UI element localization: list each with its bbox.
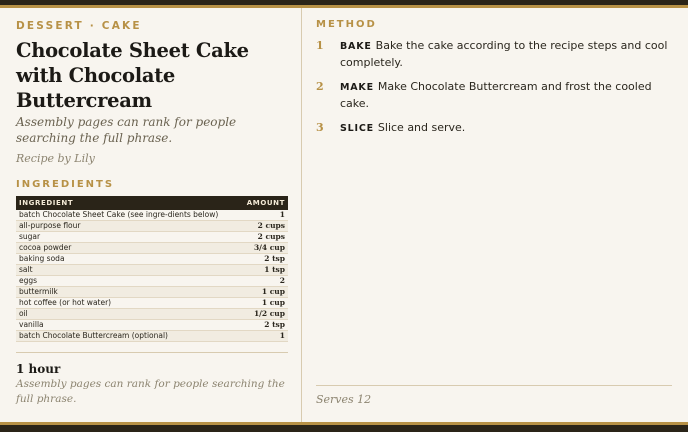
step-number: 2: [316, 80, 324, 93]
ingredient-amount: 3/4 cup: [239, 242, 288, 254]
method-column: METHOD 1 BAKE Bake the cake according to t…: [316, 19, 672, 414]
ingredient-amount: 2 cups: [239, 220, 288, 232]
top-gold-band: [0, 5, 688, 8]
ingredient-row: buttermilk 1 cup: [16, 286, 288, 298]
ingredient-name: eggs: [16, 275, 240, 287]
step-text: Make Chocolate Buttercream and frost the…: [340, 80, 652, 110]
ingredient-row: oil 1/2 cup: [16, 308, 288, 320]
ingredient-name: buttermilk: [16, 286, 240, 298]
ingredient-name: batch Chocolate Sheet Cake (see ingre-di…: [16, 210, 240, 221]
bottom-dark-band: [0, 425, 688, 432]
ingredients-heading: INGREDIENTS: [16, 179, 115, 190]
recipe-subtitle: Assembly pages can rank for people searc…: [16, 115, 237, 145]
ingredient-row: cocoa powder 3/4 cup: [16, 242, 288, 254]
ingredient-name: sugar: [16, 231, 240, 243]
step-body: SLICE Slice and serve.: [340, 120, 465, 137]
total-time: 1 hour: [16, 362, 61, 376]
ingredient-amount: 2 tsp: [239, 319, 288, 331]
ingredients-header-row: INGREDIENT AMOUNT: [16, 196, 288, 210]
ingredient-amount: 1: [239, 210, 288, 221]
ingredient-row: sugar 2 cups: [16, 231, 288, 243]
ingredient-column-header: INGREDIENT: [16, 196, 240, 210]
ingredient-amount: 1 cup: [239, 297, 288, 309]
ingredient-name: baking soda: [16, 253, 240, 265]
time-note: Assembly pages can rank for people searc…: [16, 378, 285, 405]
ingredient-name: oil: [16, 308, 240, 320]
step-number: 1: [316, 39, 324, 52]
ingredient-name: cocoa powder: [16, 242, 240, 254]
ingredient-amount: 1: [239, 330, 288, 342]
recipe-author: Recipe by Lily: [16, 152, 95, 165]
ingredient-amount: 1 tsp: [239, 264, 288, 276]
ingredients-table: INGREDIENT AMOUNT batch Chocolate Sheet …: [16, 196, 288, 342]
step-body: BAKE Bake the cake according to the recip…: [340, 38, 672, 71]
column-divider: [301, 8, 302, 422]
ingredient-row: batch Chocolate Buttercream (optional) 1: [16, 330, 288, 342]
ingredient-amount: 1 cup: [239, 286, 288, 298]
step-body: MAKE Make Chocolate Buttercream and frost…: [340, 79, 672, 112]
ingredient-name: hot coffee (or hot water): [16, 297, 240, 309]
ingredient-row: salt 1 tsp: [16, 264, 288, 276]
time-divider: [16, 352, 288, 353]
ingredient-row: all-purpose flour 2 cups: [16, 220, 288, 232]
serves-count: Serves 12: [316, 393, 372, 406]
method-step: 2 MAKE Make Chocolate Buttercream and fros…: [316, 79, 672, 112]
ingredients-body: batch Chocolate Sheet Cake (see ingre-di…: [16, 210, 288, 342]
ingredient-amount: 2 tsp: [239, 253, 288, 265]
recipe-title: Chocolate Sheet Cake with Chocolate Butt…: [16, 39, 249, 112]
ingredient-row: baking soda 2 tsp: [16, 253, 288, 265]
step-verb: MAKE: [340, 82, 374, 93]
ingredient-name: salt: [16, 264, 240, 276]
ingredient-row: batch Chocolate Sheet Cake (see ingre-di…: [16, 210, 288, 221]
method-heading: METHOD: [316, 19, 377, 30]
ingredient-amount: 2: [239, 275, 288, 287]
ingredient-row: vanilla 2 tsp: [16, 319, 288, 331]
amount-column-header: AMOUNT: [239, 196, 288, 210]
serves-divider: [316, 385, 672, 386]
ingredient-amount: 1/2 cup: [239, 308, 288, 320]
ingredient-row: eggs 2: [16, 275, 288, 287]
step-text: Bake the cake according to the recipe st…: [340, 39, 668, 69]
step-number: 3: [316, 121, 324, 134]
step-text: Slice and serve.: [377, 121, 466, 134]
method-step: 1 BAKE Bake the cake according to the reci…: [316, 38, 672, 71]
recipe-info-column: DESSERT · CAKE Chocolate Sheet Cake with…: [16, 19, 289, 342]
category-kicker: DESSERT · CAKE: [16, 20, 142, 32]
ingredient-name: batch Chocolate Buttercream (optional): [16, 330, 240, 342]
method-step: 3 SLICE Slice and serve.: [316, 120, 672, 137]
method-steps: 1 BAKE Bake the cake according to the reci…: [316, 38, 672, 137]
step-verb: SLICE: [340, 123, 374, 134]
ingredient-row: hot coffee (or hot water) 1 cup: [16, 297, 288, 309]
step-verb: BAKE: [340, 41, 372, 52]
ingredient-amount: 2 cups: [239, 231, 288, 243]
ingredient-name: all-purpose flour: [16, 220, 240, 232]
ingredient-name: vanilla: [16, 319, 240, 331]
